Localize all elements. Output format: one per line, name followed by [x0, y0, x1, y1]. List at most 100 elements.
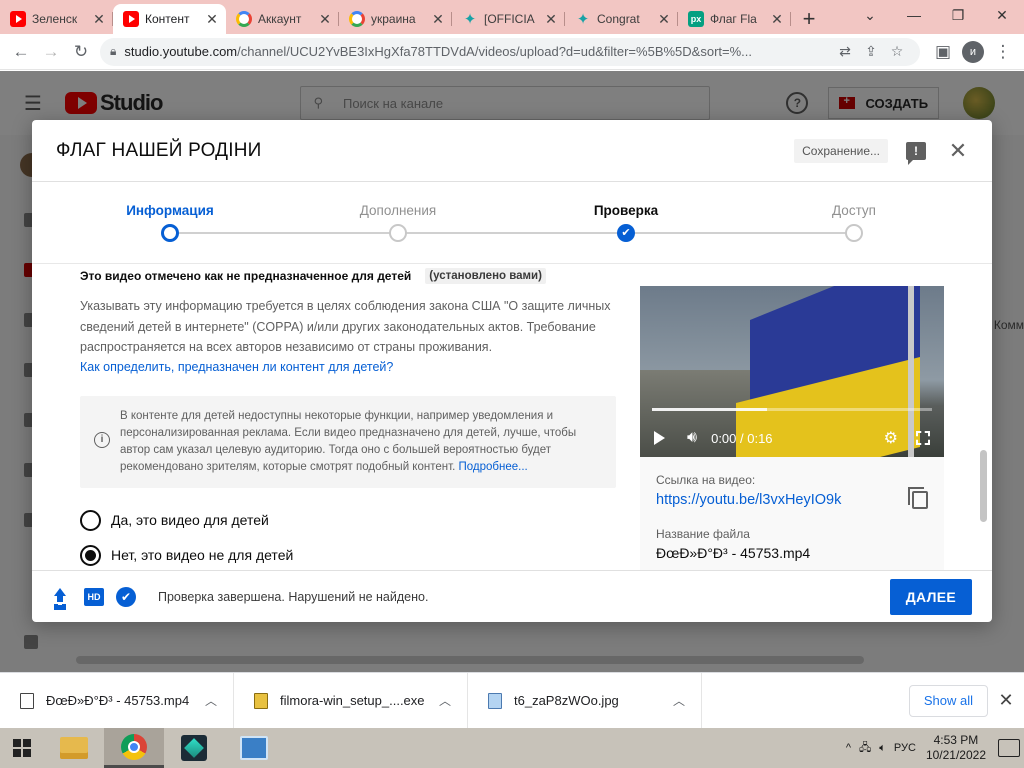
browser-tab-1[interactable]: Зеленск ✕ [0, 4, 113, 34]
close-download-bar-icon[interactable]: ✕ [988, 690, 1024, 711]
clock-date: 10/21/2022 [925, 748, 986, 762]
gear-icon[interactable]: ⚙ [884, 428, 898, 448]
browser-tab-5[interactable]: ✦ [OFFICIA ✕ [452, 4, 565, 34]
upload-icon[interactable] [52, 587, 68, 606]
system-tray: ^ 🖧︎ 🔈︎ РУС 4:53 PM 10/21/2022 [842, 728, 1024, 768]
forward-button[interactable]: → [36, 37, 66, 67]
tab-title: украина [371, 12, 416, 26]
kids-info-box: i В контенте для детей недоступны некото… [80, 395, 616, 488]
play-icon[interactable] [654, 431, 665, 445]
window-controls: ⌄ — ❐ ✕ [848, 0, 1024, 34]
download-item[interactable]: t6_zaP8zWOo.jpg ︿ [468, 672, 702, 729]
close-icon[interactable]: ✕ [317, 11, 333, 28]
chevron-up-icon[interactable]: ︿ [439, 692, 451, 709]
taskbar-chrome[interactable] [104, 728, 164, 768]
coppa-description: Указывать эту информацию требуется в цел… [80, 299, 611, 354]
next-button[interactable]: ДАЛЕЕ [889, 578, 972, 615]
browser-tab-7[interactable]: px Флаг Fla ✕ [678, 4, 791, 34]
tab-title: Аккаунт [258, 12, 302, 26]
browser-tab-6[interactable]: ✦ Congrat ✕ [565, 4, 678, 34]
close-icon[interactable]: ✕ [204, 11, 220, 28]
video-link[interactable]: https://youtu.be/l3vxHeyIO9k [656, 492, 841, 508]
radio-not-for-kids[interactable]: Нет, это видео не для детей [80, 544, 620, 566]
volume-icon[interactable]: 🔊︎ [687, 429, 697, 447]
start-button[interactable] [0, 728, 44, 768]
browser-tab-2[interactable]: Контент ✕ [113, 4, 226, 34]
step-info[interactable]: Информация [100, 182, 240, 242]
tab-title: Флаг Fla [710, 12, 757, 26]
close-icon[interactable]: ✕ [543, 11, 559, 28]
download-item[interactable]: ÐœÐ»Ð°Ð³ - 45753.mp4 ︿ [0, 672, 234, 729]
chevron-down-icon[interactable]: ⌄ [848, 0, 892, 30]
copy-icon[interactable] [908, 487, 928, 509]
checks-complete-icon[interactable]: ✔ [116, 586, 136, 607]
audience-heading: Это видео отмечено как не предназначенно… [80, 268, 620, 284]
windows-logo-icon [13, 739, 31, 757]
reload-button[interactable]: ↻ [66, 37, 96, 67]
sidepanel-icon[interactable]: ▣ [928, 37, 958, 67]
radio-button-selected[interactable] [80, 544, 101, 566]
dialog-title: ФЛАГ НАШЕЙ РОДІНИ [56, 139, 262, 161]
restore-icon[interactable]: ❐ [936, 0, 980, 30]
speaker-icon[interactable]: 🔈︎ [879, 742, 886, 755]
bookmark-star-icon[interactable]: ☆ [884, 43, 910, 60]
translate-icon[interactable]: ⇄ [832, 43, 858, 60]
network-icon[interactable]: 🖧︎ [859, 739, 871, 758]
step-extras[interactable]: Дополнения [328, 182, 468, 242]
menu-kebab-icon[interactable]: ⋮ [988, 37, 1018, 67]
video-preview-panel: 🔊︎ 0:00 / 0:16 ⚙ Ссылка на видео: https:… [640, 286, 944, 570]
learn-more-link[interactable]: Подробнее... [459, 461, 528, 473]
check-icon: ✔ [617, 224, 635, 242]
address-bar[interactable]: 🔒︎ studio.youtube.com/channel/UCU2YvBE3I… [100, 37, 920, 66]
browser-tab-4[interactable]: украина ✕ [339, 4, 452, 34]
browser-tab-3[interactable]: Аккаунт ✕ [226, 4, 339, 34]
share-icon[interactable]: ⇪ [858, 43, 884, 60]
download-item[interactable]: filmora-win_setup_....exe ︿ [234, 672, 468, 729]
step-current-dot [161, 224, 179, 242]
download-name: ÐœÐ»Ð°Ð³ - 45753.mp4 [46, 693, 190, 708]
close-icon[interactable]: ✕ [91, 11, 107, 28]
profile-avatar[interactable]: и [962, 40, 984, 63]
hd-processing-icon[interactable]: HD [84, 587, 104, 606]
close-icon[interactable]: ✕ [769, 11, 785, 28]
radio-made-for-kids[interactable]: Да, это видео для детей [80, 509, 620, 531]
video-time: 0:00 / 0:16 [711, 430, 773, 446]
youtube-icon [123, 11, 139, 27]
lock-icon[interactable]: 🔒︎ [110, 44, 116, 59]
taskbar-file-explorer[interactable] [44, 728, 104, 768]
save-status-badge: Сохранение... [794, 138, 888, 163]
radio-button[interactable] [80, 509, 101, 531]
taskbar-control-panel[interactable] [224, 728, 284, 768]
video-player[interactable]: 🔊︎ 0:00 / 0:16 ⚙ [640, 286, 944, 457]
chevron-up-icon[interactable]: ︿ [673, 692, 685, 709]
dialog-header: ФЛАГ НАШЕЙ РОДІНИ Сохранение... ! ✕ [32, 120, 992, 182]
close-icon[interactable]: ✕ [656, 11, 672, 28]
step-visibility[interactable]: Доступ [784, 182, 924, 242]
show-all-button[interactable]: Show all [908, 684, 988, 717]
notification-icon[interactable] [998, 739, 1020, 757]
close-icon[interactable]: ✕ [430, 11, 446, 28]
fullscreen-icon[interactable] [916, 431, 930, 445]
chevron-up-icon[interactable]: ︿ [205, 692, 217, 709]
clock-time: 4:53 PM [933, 733, 979, 747]
made-for-kids-help-link[interactable]: Как определить, предназначен ли контент … [80, 358, 620, 376]
new-tab-button[interactable]: + [791, 4, 827, 34]
back-button[interactable]: ← [6, 37, 36, 67]
dialog-scrollbar[interactable] [980, 450, 987, 522]
close-window-icon[interactable]: ✕ [980, 0, 1024, 30]
taskbar-filmora[interactable] [164, 728, 224, 768]
video-meta: Ссылка на видео: https://youtu.be/l3vxHe… [640, 457, 944, 570]
clock[interactable]: 4:53 PM 10/21/2022 [926, 733, 986, 763]
step-checks[interactable]: Проверка ✔ [556, 182, 696, 242]
input-language[interactable]: РУС [894, 742, 916, 754]
step-pending-dot [845, 224, 863, 242]
chevron-up-icon[interactable]: ^ [846, 742, 851, 754]
close-dialog-icon[interactable]: ✕ [948, 139, 968, 161]
google-icon [349, 11, 365, 27]
minimize-icon[interactable]: — [892, 0, 936, 30]
set-by-you-badge: (установлено вами) [425, 268, 546, 284]
download-bar: ÐœÐ»Ð°Ð³ - 45753.mp4 ︿ filmora-win_setup… [0, 672, 1024, 729]
video-progress-bar[interactable] [652, 408, 932, 411]
feedback-icon[interactable]: ! [906, 141, 926, 165]
video-link-label: Ссылка на видео: [656, 473, 756, 487]
